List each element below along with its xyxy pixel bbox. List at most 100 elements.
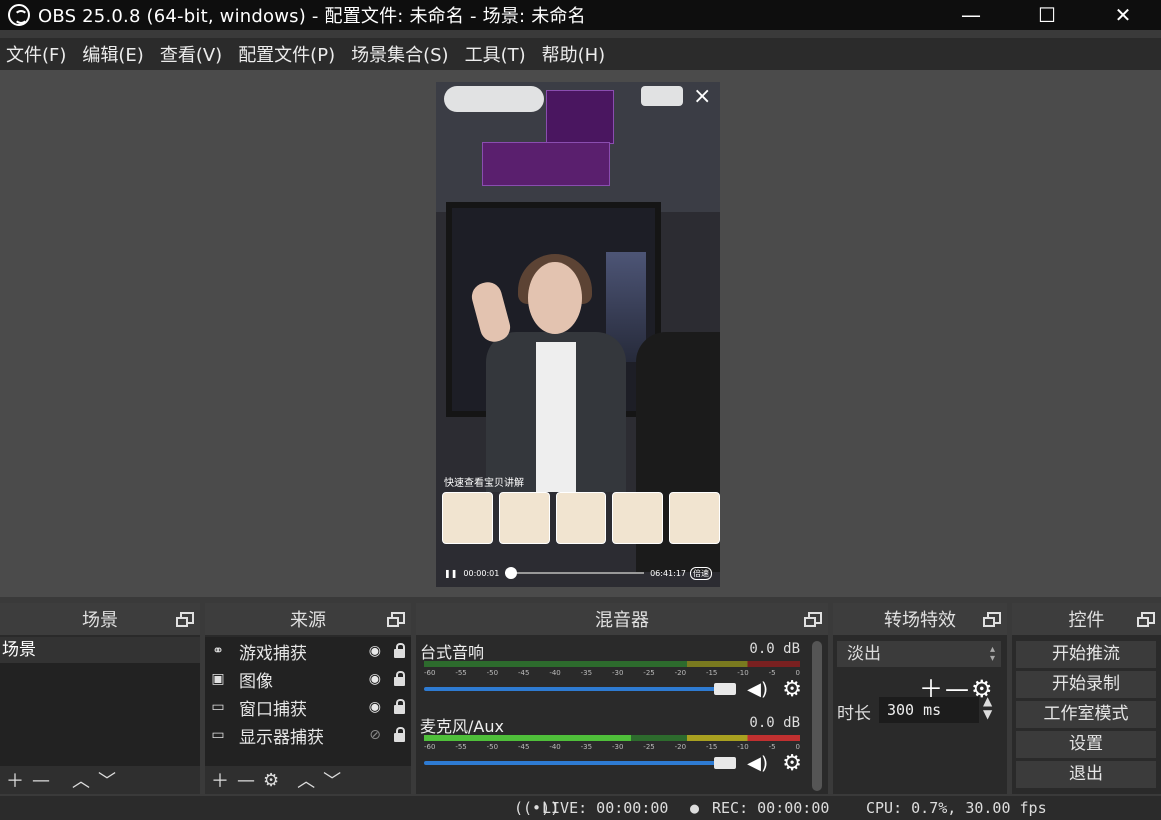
mixer-dock-header: 混音器 <box>416 603 828 635</box>
lock-icon[interactable] <box>394 643 405 658</box>
remove-scene-button[interactable]: — <box>32 770 50 791</box>
lock-icon[interactable] <box>394 699 405 714</box>
cpu-status: CPU: 0.7%, 30.00 fps <box>866 799 1047 817</box>
start-streaming-button[interactable]: 开始推流 <box>1016 641 1156 668</box>
scenes-dock-header: 场景 <box>0 603 200 635</box>
gear-icon[interactable]: ⚙ <box>782 751 802 776</box>
preview-area[interactable]: × 快速查看宝贝讲解 ❚❚ 00:00:01 06:41:17 倍速 <box>0 70 1161 597</box>
tick-label: -35 <box>580 669 593 677</box>
lock-icon[interactable] <box>394 727 405 742</box>
sources-dock-header: 来源 <box>205 603 411 635</box>
move-down-button[interactable]: ﹀ <box>323 767 341 793</box>
float-icon[interactable] <box>983 612 1001 627</box>
scenes-list: 场景 <box>0 637 200 766</box>
meter-ticks: -60 -55 -50 -45 -40 -35 -30 -25 -20 -15 … <box>424 743 800 753</box>
menu-profile[interactable]: 配置文件(P) <box>238 41 335 67</box>
menu-view[interactable]: 查看(V) <box>160 41 222 67</box>
tick-label: -25 <box>643 669 655 677</box>
maximize-button[interactable]: ☐ <box>1009 0 1085 30</box>
eye-icon[interactable]: ◉ <box>369 671 381 687</box>
menu-file[interactable]: 文件(F) <box>6 41 66 67</box>
video-thumbnail <box>498 492 550 544</box>
tick-label: -30 <box>611 669 624 677</box>
sources-toolbar: ＋ — ⚙ ︿ ﹀ <box>205 766 411 794</box>
source-item[interactable]: ▭ 窗口捕获 ◉ <box>205 693 411 721</box>
source-name: 显示器捕获 <box>239 727 324 748</box>
video-product-strip <box>482 142 610 186</box>
video-time-current: 00:00:01 <box>463 568 500 578</box>
menu-tools[interactable]: 工具(T) <box>465 41 526 67</box>
scene-item[interactable]: 场景 <box>0 637 200 663</box>
remove-source-button[interactable]: — <box>237 770 255 791</box>
source-name: 图像 <box>239 671 273 692</box>
video-thumbnail <box>555 492 607 544</box>
volume-meter <box>424 735 800 741</box>
duration-input[interactable]: 300 ms <box>879 697 979 723</box>
tick-label: -10 <box>737 669 749 677</box>
source-properties-gear-icon[interactable]: ⚙ <box>263 770 279 791</box>
close-button[interactable]: ✕ <box>1085 0 1161 30</box>
transitions-dock-title: 转场特效 <box>884 610 956 631</box>
meter-ticks: -60 -55 -50 -45 -40 -35 -30 -25 -20 -15 … <box>424 669 800 679</box>
lock-icon[interactable] <box>394 671 405 686</box>
video-thumbnails <box>436 492 720 550</box>
move-up-button[interactable]: ︿ <box>297 767 315 793</box>
float-icon[interactable] <box>1137 612 1155 627</box>
eye-icon[interactable]: ◉ <box>369 699 381 715</box>
video-thumbnail <box>612 492 664 544</box>
video-shop-badge <box>641 86 683 106</box>
video-track <box>505 567 645 579</box>
speaker-icon[interactable]: ◀) <box>747 679 768 700</box>
scenes-toolbar: ＋ — ︿ ﹀ <box>0 766 200 794</box>
source-name: 窗口捕获 <box>239 699 307 720</box>
move-down-button[interactable]: ﹀ <box>98 767 116 793</box>
image-icon: ▣ <box>211 671 225 687</box>
scenes-dock: 场景 场景 ＋ — ︿ ﹀ <box>0 603 200 794</box>
rec-status: REC: 00:00:00 <box>712 799 830 817</box>
float-icon[interactable] <box>804 612 822 627</box>
menu-edit[interactable]: 编辑(E) <box>82 41 143 67</box>
tick-label: -40 <box>549 743 561 751</box>
add-source-button[interactable]: ＋ <box>211 767 229 793</box>
eye-icon[interactable]: ◉ <box>369 643 381 659</box>
float-icon[interactable] <box>176 612 194 627</box>
transition-select[interactable]: 淡出 ▴ ▾ <box>837 641 1001 667</box>
eye-off-icon[interactable]: ⊘ <box>369 727 381 743</box>
gear-icon[interactable]: ⚙ <box>782 677 802 702</box>
studio-mode-button[interactable]: 工作室模式 <box>1016 701 1156 728</box>
title-bar: OBS 25.0.8 (64-bit, windows) - 配置文件: 未命名… <box>0 0 1161 30</box>
tick-label: -40 <box>549 669 561 677</box>
gamepad-icon: ⚭ <box>212 643 224 659</box>
record-dot-icon: ● <box>690 799 700 817</box>
window-controls: — ☐ ✕ <box>933 0 1161 30</box>
volume-slider[interactable] <box>424 683 736 695</box>
volume-slider[interactable] <box>424 757 736 769</box>
tick-label: -45 <box>517 669 530 677</box>
exit-button[interactable]: 退出 <box>1016 761 1156 788</box>
tick-label: -30 <box>611 743 624 751</box>
move-up-button[interactable]: ︿ <box>72 767 90 793</box>
minimize-button[interactable]: — <box>933 0 1009 30</box>
obs-logo-icon <box>8 4 30 26</box>
channel-name: 台式音响 <box>420 643 485 662</box>
volume-slider-knob[interactable] <box>714 683 736 695</box>
start-recording-button[interactable]: 开始录制 <box>1016 671 1156 698</box>
mixer-scrollbar[interactable] <box>812 641 822 791</box>
transitions-dock-header: 转场特效 <box>833 603 1007 635</box>
volume-slider-knob[interactable] <box>714 757 736 769</box>
add-scene-button[interactable]: ＋ <box>6 767 24 793</box>
duration-spinner-icon[interactable]: ▲ ▼ <box>983 695 992 721</box>
source-item[interactable]: ▣ 图像 ◉ <box>205 665 411 693</box>
tick-label: -15 <box>705 743 718 751</box>
tick-label: -20 <box>674 669 687 677</box>
transitions-dock: 转场特效 淡出 ▴ ▾ ＋—⚙ 时长 300 ms ▲ ▼ <box>833 603 1007 794</box>
speaker-icon[interactable]: ◀) <box>747 753 768 774</box>
spin-arrows-icon: ▴ ▾ <box>989 644 995 664</box>
menu-help[interactable]: 帮助(H) <box>542 41 606 67</box>
source-item[interactable]: ⚭ 游戏捕获 ◉ <box>205 637 411 665</box>
settings-button[interactable]: 设置 <box>1016 731 1156 758</box>
menu-scene-collection[interactable]: 场景集合(S) <box>351 41 448 67</box>
float-icon[interactable] <box>387 612 405 627</box>
source-item[interactable]: ▭ 显示器捕获 ⊘ <box>205 721 411 749</box>
tick-label: -45 <box>517 743 530 751</box>
